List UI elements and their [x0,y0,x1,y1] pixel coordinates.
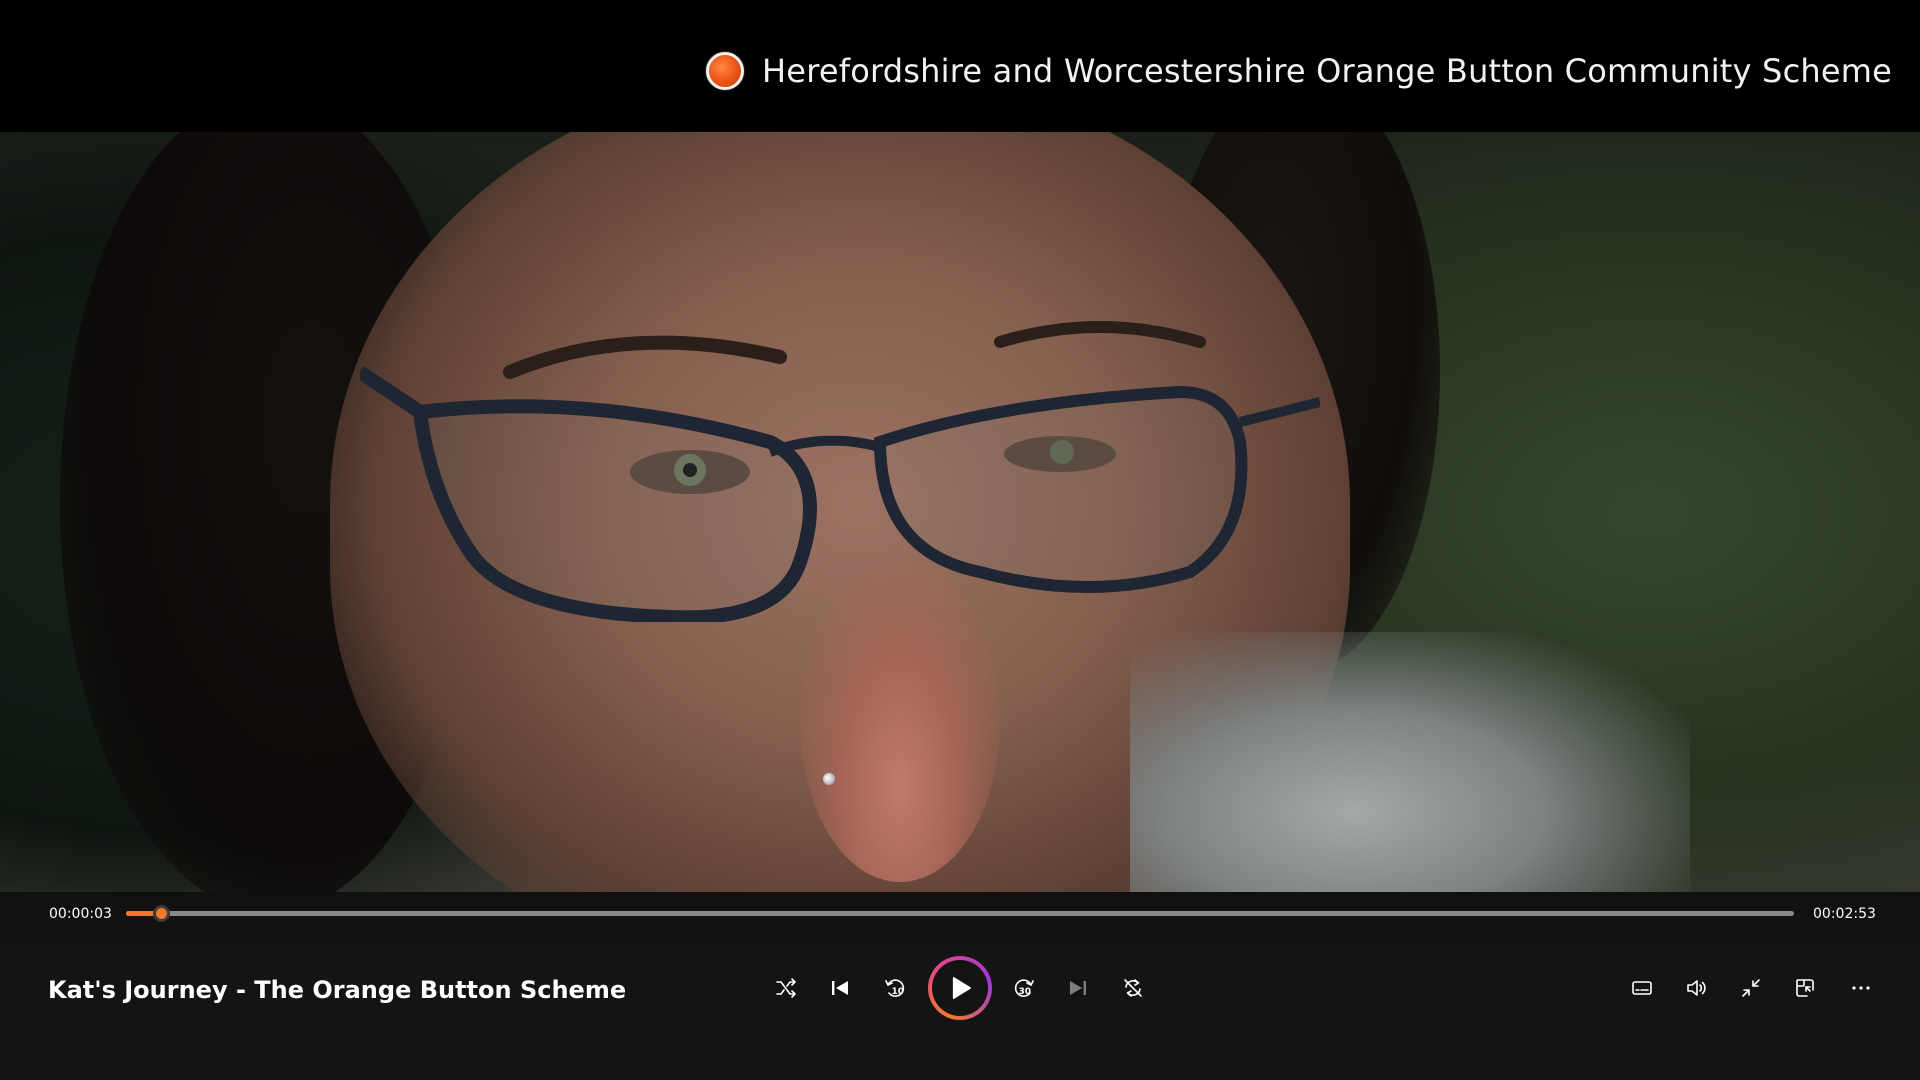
more-options-button[interactable] [1841,968,1881,1008]
previous-track-icon [832,981,848,995]
rewind-button[interactable]: 10 [875,968,915,1008]
media-title: Kat's Journey - The Orange Button Scheme [48,976,627,1004]
banner-title: Herefordshire and Worcestershire Orange … [762,52,1892,90]
subtitles-icon [1632,981,1652,995]
exit-fullscreen-icon [1742,979,1760,997]
forward-button[interactable]: 30 [1004,968,1044,1008]
play-button[interactable] [928,956,992,1020]
shuffle-button[interactable] [766,968,806,1008]
shuffle-icon [776,978,796,998]
play-button-inner [932,960,988,1016]
video-nose-stud [823,773,835,785]
rewind-10-icon: 10 [885,979,905,997]
orange-button-logo [706,52,745,90]
forward-30-icon: 30 [1014,979,1034,997]
volume-button[interactable] [1676,968,1716,1008]
play-icon [952,977,971,999]
seek-slider[interactable] [126,905,1794,922]
video-top-banner: Herefordshire and Worcestershire Orange … [0,0,1920,132]
svg-text:10: 10 [892,987,905,997]
total-time: 00:02:53 [1813,906,1876,922]
control-bar: Kat's Journey - The Orange Button Scheme… [0,948,1920,1080]
mini-player-button[interactable] [1785,968,1825,1008]
progress-area [0,892,1920,948]
video-shirt [1130,632,1690,892]
repeat-button[interactable] [1113,968,1153,1008]
media-player: Herefordshire and Worcestershire Orange … [0,0,1920,1080]
more-options-icon [1852,986,1870,990]
next-button[interactable] [1058,968,1098,1008]
repeat-icon [1124,979,1142,997]
video-glasses [360,321,1320,622]
svg-text:30: 30 [1019,987,1032,997]
seek-thumb[interactable] [153,905,171,922]
mini-player-icon [1796,979,1814,997]
next-track-icon [1070,981,1086,995]
previous-button[interactable] [820,968,860,1008]
subtitles-button[interactable] [1622,968,1662,1008]
current-time: 00:00:03 [49,906,112,922]
exit-fullscreen-button[interactable] [1731,968,1771,1008]
volume-icon [1687,980,1706,996]
video-frame[interactable] [0,132,1920,892]
